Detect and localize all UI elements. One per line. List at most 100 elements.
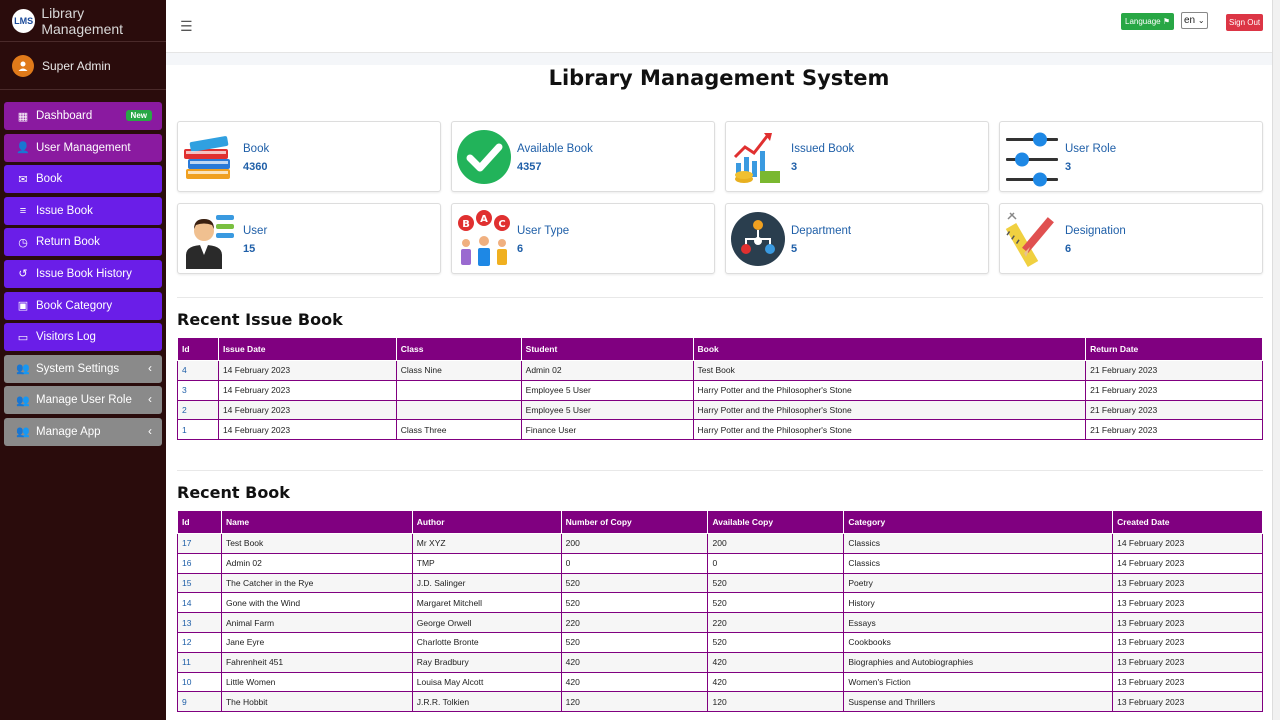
column-header[interactable]: Return Date bbox=[1085, 337, 1263, 361]
table-cell: Suspense and Thrillers bbox=[843, 691, 1114, 713]
column-header[interactable]: Created Date bbox=[1112, 510, 1263, 534]
column-header[interactable]: Number of Copy bbox=[560, 510, 709, 534]
row-id-link[interactable]: 15 bbox=[177, 572, 222, 594]
column-header[interactable]: Author bbox=[411, 510, 562, 534]
table-cell: The Hobbit bbox=[220, 691, 413, 713]
sidebar-item-label: Book Category bbox=[36, 299, 113, 312]
sidebar-item-dashboard[interactable]: ▦ Dashboard New bbox=[4, 102, 162, 130]
card-value: 4357 bbox=[517, 161, 542, 173]
row-id-link[interactable]: 1 bbox=[177, 419, 219, 441]
users-gear-icon: 👥 bbox=[16, 426, 30, 439]
table-cell: Test Book bbox=[692, 360, 1087, 381]
row-id-link[interactable]: 4 bbox=[177, 360, 219, 381]
card-value: 5 bbox=[791, 243, 798, 255]
sidebar-item-issue-book-history[interactable]: ↺ Issue Book History bbox=[4, 259, 162, 288]
sidebar-item-return-book[interactable]: ◷ Return Book bbox=[4, 228, 162, 257]
content-header-strip bbox=[166, 53, 1272, 65]
column-header[interactable]: Book bbox=[692, 337, 1087, 361]
user-panel[interactable]: Super Admin bbox=[0, 42, 166, 90]
sidebar-item-user-management[interactable]: 👤 User Management bbox=[4, 133, 162, 162]
row-id-link[interactable]: 13 bbox=[177, 612, 222, 633]
language-select[interactable]: en ⌄ bbox=[1181, 12, 1208, 29]
row-id-link[interactable]: 12 bbox=[177, 631, 222, 653]
column-header[interactable]: Issue Date bbox=[217, 337, 397, 361]
table-cell: Little Women bbox=[220, 671, 413, 693]
card-value: 6 bbox=[1065, 243, 1072, 255]
sign-out-button[interactable]: Sign Out bbox=[1226, 14, 1264, 31]
sidebar-item-system-settings[interactable]: 👥 System Settings ‹ bbox=[4, 354, 162, 383]
row-id-link[interactable]: 10 bbox=[177, 671, 222, 693]
topbar: ☰ Language ⚑ en ⌄ Sign Out bbox=[166, 0, 1272, 53]
table-header-row: Id Issue Date Class Student Book Return … bbox=[177, 337, 1263, 361]
sidebar-item-label: System Settings bbox=[36, 362, 120, 375]
sidebar-item-visitors-log[interactable]: ▭ Visitors Log bbox=[4, 323, 162, 352]
stat-card-user-type[interactable]: B A C User Type 6 bbox=[451, 203, 715, 274]
table-cell: Test Book bbox=[220, 533, 413, 554]
sidebar-item-label: Book bbox=[36, 173, 63, 186]
table-cell: 14 February 2023 bbox=[217, 379, 397, 401]
card-label: User Type bbox=[517, 225, 570, 237]
svg-text:B: B bbox=[462, 219, 470, 230]
stat-card-designation[interactable]: Designation 6 bbox=[999, 203, 1263, 274]
row-id-link[interactable]: 16 bbox=[177, 552, 222, 574]
column-header[interactable]: Name bbox=[220, 510, 413, 534]
sliders-icon bbox=[1006, 132, 1058, 187]
row-id-link[interactable]: 3 bbox=[177, 379, 219, 401]
row-id-link[interactable]: 14 bbox=[177, 592, 222, 614]
stat-card-user-role[interactable]: User Role 3 bbox=[999, 121, 1263, 192]
column-header[interactable]: Id bbox=[177, 337, 219, 361]
table-cell: 13 February 2023 bbox=[1112, 592, 1263, 614]
table-cell: Fahrenheit 451 bbox=[220, 651, 413, 673]
sidebar-item-book[interactable]: ✉ Book bbox=[4, 165, 162, 194]
table-cell: Classics bbox=[843, 533, 1114, 554]
table-cell: 200 bbox=[707, 533, 845, 554]
stat-card-book[interactable]: Book 4360 bbox=[177, 121, 441, 192]
user-name: Super Admin bbox=[42, 58, 111, 73]
table-row: 1 14 February 2023 Class Three Finance U… bbox=[177, 419, 1263, 441]
row-id-link[interactable]: 2 bbox=[177, 399, 219, 421]
row-id-link[interactable]: 11 bbox=[177, 651, 222, 673]
sidebar-item-issue-book[interactable]: ≡ Issue Book bbox=[4, 196, 162, 225]
row-id-link[interactable]: 9 bbox=[177, 691, 222, 713]
table-cell: 0 bbox=[707, 552, 845, 574]
card-label: User Role bbox=[1065, 143, 1117, 155]
column-header[interactable]: Class bbox=[395, 337, 522, 361]
table-cell: The Catcher in the Rye bbox=[220, 572, 413, 594]
table-cell: 200 bbox=[560, 533, 709, 554]
table-cell: 520 bbox=[707, 631, 845, 653]
table-cell: Admin 02 bbox=[220, 552, 413, 574]
table-cell: 520 bbox=[560, 631, 709, 653]
row-id-link[interactable]: 17 bbox=[177, 533, 222, 554]
table-cell: 520 bbox=[560, 572, 709, 594]
divider bbox=[177, 297, 1263, 298]
chevron-left-icon: ‹ bbox=[148, 392, 152, 407]
table-cell: J.R.R. Tolkien bbox=[411, 691, 562, 713]
table-row: 13 Animal Farm George Orwell 220 220 Ess… bbox=[177, 612, 1263, 633]
sidebar-item-manage-user-role[interactable]: 👥 Manage User Role ‹ bbox=[4, 386, 162, 415]
column-header[interactable]: Student bbox=[520, 337, 694, 361]
brand-title: Library Management bbox=[41, 4, 124, 37]
stat-card-user[interactable]: User 15 bbox=[177, 203, 441, 274]
column-header[interactable]: Id bbox=[177, 510, 222, 534]
table-cell: 13 February 2023 bbox=[1112, 631, 1263, 653]
column-header[interactable]: Available Copy bbox=[707, 510, 845, 534]
history-icon: ↺ bbox=[18, 268, 28, 281]
language-button[interactable]: Language ⚑ bbox=[1121, 13, 1174, 30]
column-header[interactable]: Category bbox=[843, 510, 1114, 534]
recent-book-title: Recent Book bbox=[177, 483, 290, 502]
stat-card-department[interactable]: Department 5 bbox=[725, 203, 989, 274]
language-select-value: en bbox=[1184, 15, 1196, 26]
sidebar-item-label: Issue Book bbox=[36, 204, 93, 217]
table-cell: 21 February 2023 bbox=[1085, 379, 1263, 401]
stat-card-available-book[interactable]: Available Book 4357 bbox=[451, 121, 715, 192]
sidebar-item-manage-app[interactable]: 👥 Manage App ‹ bbox=[4, 417, 162, 446]
hamburger-menu-icon[interactable]: ☰ bbox=[180, 18, 193, 35]
sidebar-item-book-category[interactable]: ▣ Book Category bbox=[4, 291, 162, 320]
page-scrollbar[interactable] bbox=[1272, 0, 1280, 720]
table-cell: 220 bbox=[560, 612, 709, 633]
brand[interactable]: LMS Library Management bbox=[0, 0, 166, 42]
table-row: 2 14 February 2023 Employee 5 User Harry… bbox=[177, 399, 1263, 421]
table-row: 11 Fahrenheit 451 Ray Bradbury 420 420 B… bbox=[177, 651, 1263, 673]
new-badge: New bbox=[125, 110, 152, 121]
stat-card-issued-book[interactable]: Issued Book 3 bbox=[725, 121, 989, 192]
